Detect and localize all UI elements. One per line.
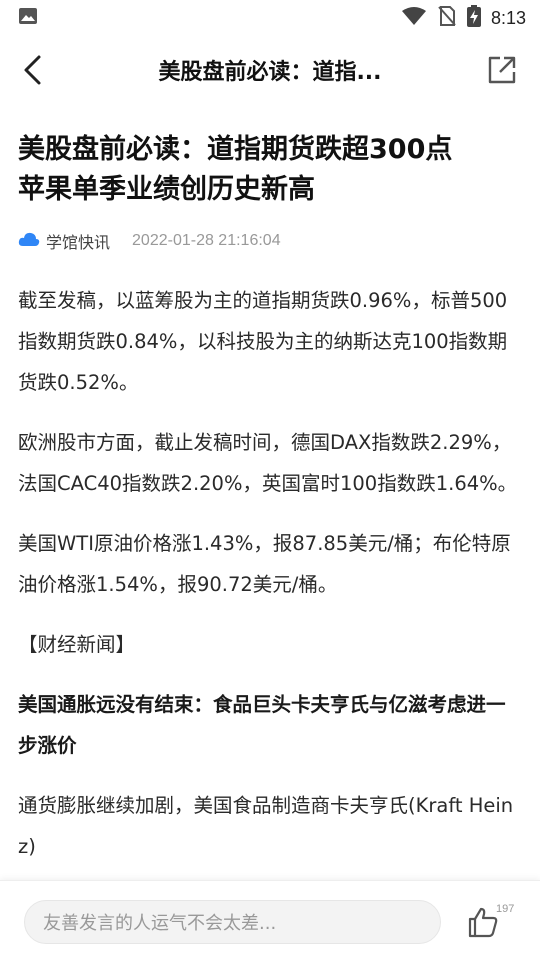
share-button[interactable] [486,54,518,86]
article-content: 美股盘前必读：道指期货跌超300点 苹果单季业绩创历史新高 学馆快讯 2022-… [0,104,540,880]
status-time: 8:13 [490,7,526,28]
battery-charging-icon [466,5,481,31]
like-button[interactable] [466,905,500,939]
nav-title: 美股盘前必读：道指... [158,60,382,85]
comment-bar: 友善发言的人运气不会太差... 197 [0,880,540,960]
headline-line-1: 美股盘前必读：道指期货跌超300点 [18,134,453,165]
article-screen: 8:13 美股盘前必读：道指... 美股盘前必读：道指期货跌超300点 苹果单季… [0,0,540,960]
article-meta: 学馆快讯 2022-01-28 21:16:04 [18,228,281,254]
status-icons: 8:13 [401,5,526,31]
article-headline: 美股盘前必读：道指期货跌超300点 苹果单季业绩创历史新高 [18,130,522,210]
article-body: 截至发稿，以蓝筹股为主的道指期货跌0.96%，标普500指数期货跌0.84%，以… [18,280,524,880]
article-timestamp: 2022-01-28 21:16:04 [132,232,281,249]
cloud-icon [18,231,40,251]
chevron-left-icon [24,55,41,85]
section-heading: 【财经新闻】 [18,633,136,656]
share-external-icon [488,56,516,84]
headline-line-2: 苹果单季业绩创历史新高 [18,174,315,205]
no-sim-icon [437,5,457,31]
like-count: 197 [496,903,515,915]
comment-input[interactable]: 友善发言的人运气不会太差... [24,900,441,944]
wifi-icon [401,6,427,30]
paragraph: 美国WTI原油价格涨1.43%，报87.85美元/桶；布伦特原油价格涨1.54%… [18,532,511,596]
news-subheading: 美国通胀远没有结束：食品巨头卡夫亨氏与亿滋考虑进一步涨价 [18,693,506,757]
thumbs-up-icon [468,907,498,938]
back-button[interactable] [18,54,50,86]
article-source[interactable]: 学馆快讯 [46,229,110,253]
paragraph: 通货膨胀继续加剧，美国食品制造商卡夫亨氏(Kraft Heinz) [18,794,514,858]
status-bar: 8:13 [0,0,540,36]
paragraph: 欧洲股市方面，截止发稿时间，德国DAX指数跌2.29%，法国CAC40指数跌2.… [18,431,518,495]
comment-placeholder: 友善发言的人运气不会太差... [43,913,277,934]
image-icon [18,7,38,29]
paragraph: 截至发稿，以蓝筹股为主的道指期货跌0.96%，标普500指数期货跌0.84%，以… [18,289,508,394]
nav-bar: 美股盘前必读：道指... [0,36,540,104]
